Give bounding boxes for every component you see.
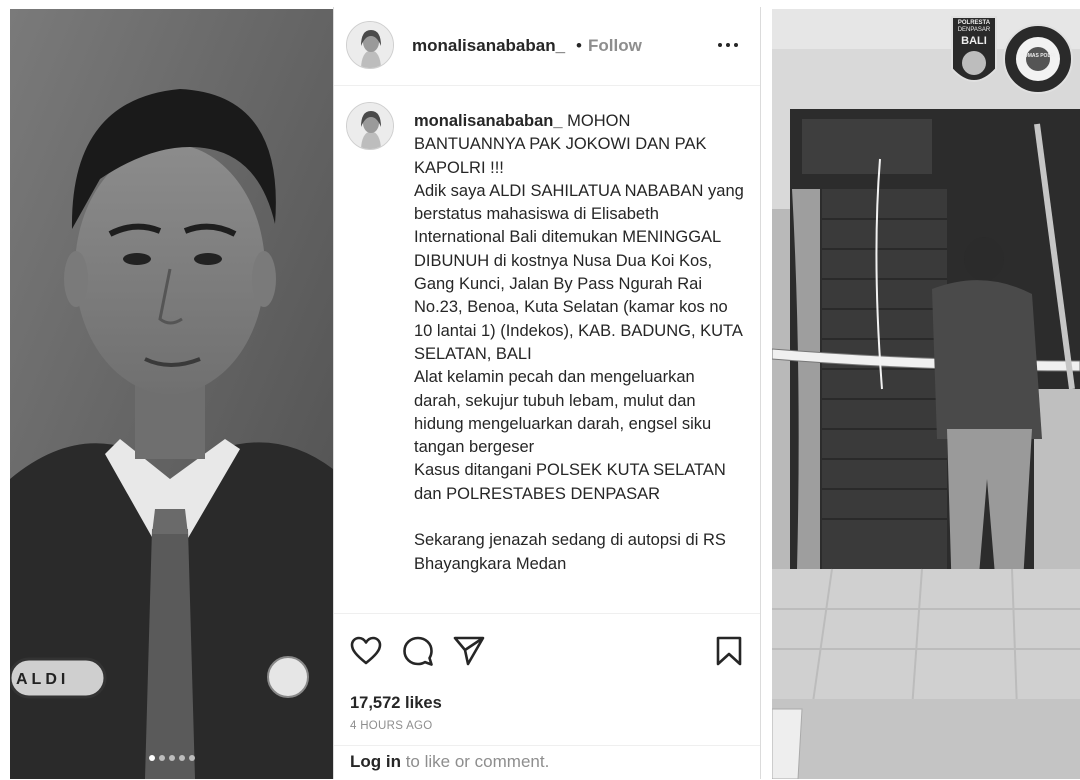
caption-avatar[interactable] (346, 102, 394, 150)
carousel-dot[interactable] (158, 755, 165, 761)
instagram-post-panel: monalisanababan_ • Follow monalisanababa… (333, 7, 761, 779)
login-prompt: Log in to like or comment. (334, 745, 760, 780)
follow-button[interactable]: Follow (588, 36, 642, 56)
caption-body: MOHON BANTUANNYA PAK JOKOWI DAN PAK KAPO… (414, 112, 744, 573)
bookmark-icon[interactable] (716, 636, 742, 666)
caption-username[interactable]: monalisanababan_ (414, 112, 563, 130)
carousel-dot[interactable] (188, 755, 195, 761)
login-prompt-text: Log in to like or comment. (350, 752, 549, 772)
crime-scene-photo: POLRESTA DENPASAR BALI HUMAS POLRI (772, 9, 1080, 779)
carousel-dot[interactable] (148, 755, 155, 761)
caption-text: monalisanababan_ MOHON BANTUANNYA PAK JO… (414, 110, 744, 576)
heart-icon[interactable] (350, 636, 382, 666)
badge-left-mid-text: DENPASAR (957, 27, 991, 33)
paper-plane-icon[interactable] (453, 636, 485, 666)
profile-avatar[interactable] (346, 21, 394, 69)
post-username[interactable]: monalisanababan_ (412, 36, 565, 56)
more-options-icon[interactable] (718, 43, 738, 47)
post-header: monalisanababan_ • Follow (334, 7, 760, 86)
post-timestamp[interactable]: 4 HOURS AGO (350, 720, 433, 732)
carousel-dots (10, 755, 333, 761)
portrait-illustration (10, 9, 333, 779)
header-separator: • (576, 36, 582, 55)
badge-left-bottom-text: BALI (961, 35, 987, 47)
avatar-image (347, 22, 393, 68)
caption-area: monalisanababan_ MOHON BANTUANNYA PAK JO… (334, 86, 760, 612)
crime-scene-illustration (772, 9, 1080, 779)
speech-bubble-icon[interactable] (402, 636, 434, 668)
avatar-image (347, 103, 393, 149)
action-bar: 17,572 likes 4 HOURS AGO (334, 613, 760, 764)
carousel-dot[interactable] (168, 755, 175, 761)
carousel-dot[interactable] (178, 755, 185, 761)
likes-count[interactable]: 17,572 likes (350, 694, 442, 713)
badge-right-text: HUMAS POLRI (1020, 53, 1056, 59)
name-tag-text: ALDI (16, 671, 70, 688)
login-suffix: to like or comment. (400, 752, 550, 771)
login-link[interactable]: Log in (350, 752, 401, 771)
portrait-photo: ALDI (10, 9, 333, 779)
badge-left-top-text: POLRESTA (957, 20, 991, 26)
